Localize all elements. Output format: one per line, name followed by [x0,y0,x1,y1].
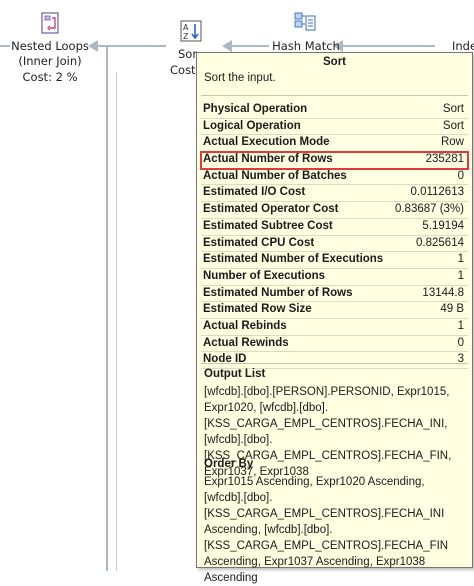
property-row: Estimated Row Size 49 B [201,302,468,319]
property-name: Logical Operation [203,119,301,132]
property-row: Estimated Subtree Cost 5.19194 [201,219,468,236]
property-value: Row [440,136,464,149]
property-name: Actual Execution Mode [203,136,330,149]
property-row: Node ID 3 [201,352,468,369]
property-name: Number of Executions [203,269,326,282]
svg-text:A: A [183,23,189,32]
order-by-text: Expr1015 Ascending, Expr1020 Ascending, … [204,476,449,584]
property-name: Actual Number of Batches [203,169,347,182]
property-name: Actual Rewinds [203,336,289,349]
property-value: 13144.8 [422,286,464,299]
tooltip-title: Sort [323,56,346,68]
property-name: Actual Number of Rows [203,153,333,166]
property-name: Estimated I/O Cost [203,186,306,199]
connector-line [0,45,10,47]
tooltip-description: Sort the input. [204,72,276,84]
connector-line [106,46,108,571]
hash-match-node[interactable]: Hash Match [262,10,352,53]
property-name: Estimated Subtree Cost [203,219,333,232]
nested-loops-icon [39,12,61,37]
output-list-title: Output List [204,368,266,380]
connector-arrow-icon [88,40,98,55]
property-value: 0 [457,169,464,182]
property-row: Estimated CPU Cost 0.825614 [201,236,468,253]
property-name: Estimated Row Size [203,303,312,316]
property-row: Estimated Number of Rows 13144.8 [201,286,468,303]
property-name: Estimated CPU Cost [203,236,315,249]
svg-text:Z: Z [183,32,189,41]
property-name: Actual Rebinds [203,319,287,332]
operator-tooltip: Sort Sort the input. Physical Operation S… [196,52,473,584]
property-value: 1 [457,319,464,332]
property-name: Physical Operation [203,103,308,115]
property-value: 0.0112613 [410,186,464,199]
sort-icon: A Z [180,20,202,45]
nested-loops-title: Nested Loops [11,39,89,53]
property-value: 1 [457,253,464,266]
sort-node[interactable]: A Z Sor Cost: [168,18,202,80]
hash-match-icon [294,12,316,37]
property-value: 1 [457,269,464,282]
property-name: Estimated Number of Rows [203,286,353,299]
property-name: Estimated Operator Cost [203,203,339,216]
property-row: Logical Operation Sort [201,119,468,136]
divider [201,95,468,96]
nested-loops-subtitle: (Inner Join) [18,54,82,68]
property-value: 0.825614 [416,236,464,249]
property-value: 5.19194 [422,219,464,232]
property-value: Sort [442,119,464,132]
property-row: Actual Rebinds 1 [201,319,468,336]
property-row: Physical Operation Sort [201,102,468,119]
divider [201,363,468,364]
property-value: Sort [442,103,464,115]
property-name: Estimated Number of Executions [203,253,384,266]
property-row: Actual Rewinds 0 [201,336,468,353]
property-row: Actual Execution Mode Row [201,135,468,153]
property-value: 0 [457,336,464,349]
sort-title: Sor [178,47,198,61]
property-row: Actual Number of Batches 0 [201,169,468,186]
nested-loops-cost: Cost: 2 % [22,70,78,84]
property-row: Estimated Number of Executions 1 [201,252,468,269]
property-row: Estimated I/O Cost 0.0112613 [201,185,468,203]
property-row: Actual Number of Rows 235281 [200,151,469,170]
property-value: 235281 [425,153,464,166]
nested-loops-node[interactable]: Nested Loops (Inner Join) Cost: 2 % [2,10,98,86]
property-row: Estimated Operator Cost 0.83687 (3%) [201,202,468,219]
property-value: 49 B [440,303,464,316]
order-by-title: Order By [204,458,254,470]
property-value: 0.83687 (3%) [394,203,464,216]
divider [116,72,117,571]
property-row: Number of Executions 1 [201,269,468,286]
properties-table: Physical Operation Sort Logical Operation S… [200,102,469,369]
